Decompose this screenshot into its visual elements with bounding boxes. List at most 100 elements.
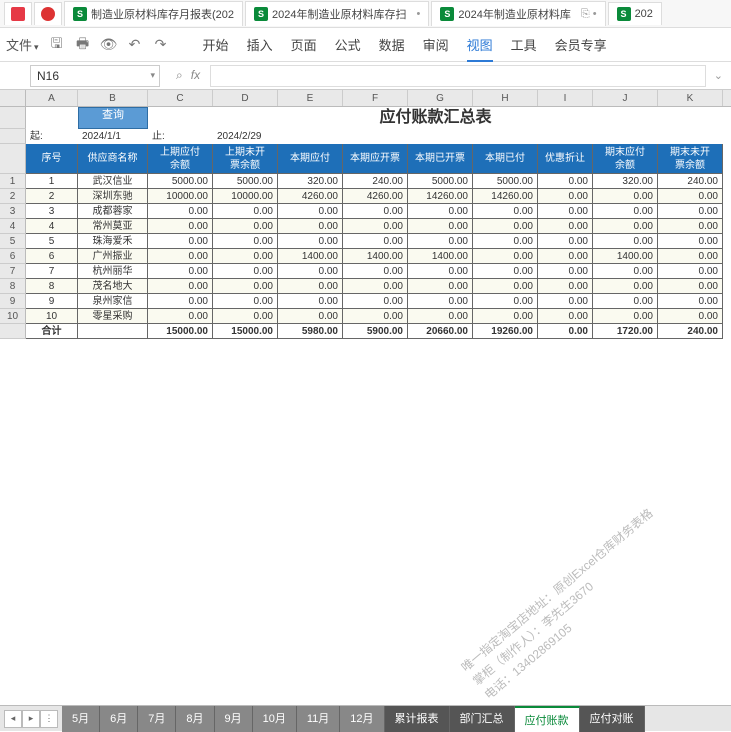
cell[interactable]: 0.00 bbox=[213, 294, 278, 309]
cell[interactable]: 1400.00 bbox=[593, 249, 658, 264]
cell[interactable]: 0.00 bbox=[538, 234, 593, 249]
cell[interactable]: 常州莫亚 bbox=[78, 219, 148, 234]
expand-icon[interactable]: ⌄ bbox=[706, 69, 731, 82]
cell[interactable]: 0.00 bbox=[538, 294, 593, 309]
cell[interactable]: 0.00 bbox=[343, 279, 408, 294]
col-header-E[interactable]: E bbox=[278, 90, 343, 106]
sheet-tab-3[interactable]: 8月 bbox=[176, 706, 214, 732]
cell[interactable]: 0.00 bbox=[658, 294, 723, 309]
cell[interactable]: 240.00 bbox=[343, 174, 408, 189]
table-header[interactable]: 序号 bbox=[26, 144, 78, 174]
table-header[interactable]: 优惠折让 bbox=[538, 144, 593, 174]
cell[interactable]: 5000.00 bbox=[148, 174, 213, 189]
cell[interactable]: 0.00 bbox=[538, 249, 593, 264]
cell[interactable]: 珠海爱禾 bbox=[78, 234, 148, 249]
cell[interactable]: 0.00 bbox=[343, 204, 408, 219]
cell[interactable]: 0.00 bbox=[593, 234, 658, 249]
cell[interactable]: 0.00 bbox=[473, 234, 538, 249]
cell[interactable]: 成都蓉家 bbox=[78, 204, 148, 219]
cell[interactable] bbox=[658, 129, 723, 144]
cell[interactable]: 2024/1/1 bbox=[78, 129, 148, 144]
sheet-nav-prev[interactable]: ▸ bbox=[22, 710, 40, 728]
col-header-G[interactable]: G bbox=[408, 90, 473, 106]
cell[interactable]: 0.00 bbox=[408, 234, 473, 249]
cell[interactable]: 10000.00 bbox=[148, 189, 213, 204]
cell[interactable]: 0.00 bbox=[148, 234, 213, 249]
sheet-tab-6[interactable]: 11月 bbox=[297, 706, 340, 732]
row-header[interactable]: 2 bbox=[0, 189, 26, 204]
ribbon-tab-4[interactable]: 数据 bbox=[379, 35, 405, 55]
cell[interactable]: 0.00 bbox=[658, 219, 723, 234]
cell[interactable]: 0.00 bbox=[658, 309, 723, 324]
redo-icon[interactable]: ↷ bbox=[153, 37, 169, 53]
cell[interactable]: 0.00 bbox=[658, 204, 723, 219]
app-tab-wps[interactable] bbox=[4, 2, 32, 25]
cell[interactable]: 1 bbox=[26, 174, 78, 189]
row-header[interactable] bbox=[0, 129, 26, 144]
ribbon-tab-8[interactable]: 会员专享 bbox=[555, 35, 607, 55]
query-button[interactable]: 查询 bbox=[78, 107, 148, 129]
cell[interactable]: 0.00 bbox=[278, 204, 343, 219]
sheet-tab-8[interactable]: 累计报表 bbox=[385, 706, 450, 732]
cell[interactable]: 深圳东驰 bbox=[78, 189, 148, 204]
cell[interactable]: 0.00 bbox=[213, 204, 278, 219]
app-tab-doc[interactable] bbox=[34, 2, 62, 25]
cell[interactable]: 杭州丽华 bbox=[78, 264, 148, 279]
col-header-J[interactable]: J bbox=[593, 90, 658, 106]
cell[interactable]: 4260.00 bbox=[343, 189, 408, 204]
cell[interactable]: 0.00 bbox=[408, 204, 473, 219]
col-header-B[interactable]: B bbox=[78, 90, 148, 106]
row-header[interactable]: 9 bbox=[0, 294, 26, 309]
cell[interactable]: 0.00 bbox=[278, 294, 343, 309]
ribbon-tab-6[interactable]: 视图 bbox=[467, 35, 493, 62]
cell[interactable]: 0.00 bbox=[538, 204, 593, 219]
select-all-corner[interactable] bbox=[0, 90, 26, 106]
document-tab-1[interactable]: S2024年制造业原材料库存扫• bbox=[245, 1, 429, 26]
cell[interactable]: 0.00 bbox=[213, 234, 278, 249]
ribbon-tab-0[interactable]: 开始 bbox=[203, 35, 229, 55]
row-header[interactable]: 1 bbox=[0, 174, 26, 189]
ribbon-tab-3[interactable]: 公式 bbox=[335, 35, 361, 55]
document-tab-3[interactable]: S202 bbox=[608, 2, 662, 25]
cell[interactable]: 0.00 bbox=[278, 309, 343, 324]
cell[interactable]: 6 bbox=[26, 249, 78, 264]
cell[interactable]: 0.00 bbox=[148, 264, 213, 279]
save-icon[interactable]: 🖫 bbox=[49, 37, 65, 53]
cell[interactable]: 0.00 bbox=[593, 264, 658, 279]
cell[interactable]: 0.00 bbox=[408, 294, 473, 309]
col-header-H[interactable]: H bbox=[473, 90, 538, 106]
formula-input[interactable] bbox=[210, 65, 706, 87]
cell[interactable]: 0.00 bbox=[343, 234, 408, 249]
cell[interactable]: 合计 bbox=[26, 324, 78, 339]
cell[interactable]: 泉州家信 bbox=[78, 294, 148, 309]
cell[interactable]: 0.00 bbox=[538, 174, 593, 189]
cell[interactable] bbox=[408, 129, 473, 144]
cell[interactable]: 5000.00 bbox=[473, 174, 538, 189]
row-header[interactable]: 4 bbox=[0, 219, 26, 234]
cell[interactable]: 0.00 bbox=[593, 204, 658, 219]
cell[interactable] bbox=[593, 129, 658, 144]
file-menu[interactable]: 文件 bbox=[6, 35, 39, 54]
cell[interactable] bbox=[538, 129, 593, 144]
cell[interactable]: 0.00 bbox=[538, 324, 593, 339]
col-header-C[interactable]: C bbox=[148, 90, 213, 106]
print-icon[interactable]: 🖶 bbox=[75, 37, 91, 53]
cell[interactable]: 5000.00 bbox=[213, 174, 278, 189]
cell[interactable]: 0.00 bbox=[593, 279, 658, 294]
cell[interactable]: 9 bbox=[26, 294, 78, 309]
document-tab-0[interactable]: S制造业原材料库存月报表(202 bbox=[64, 1, 243, 26]
cell[interactable]: 14260.00 bbox=[473, 189, 538, 204]
row-header[interactable] bbox=[0, 144, 26, 174]
cell[interactable]: 8 bbox=[26, 279, 78, 294]
cell[interactable]: 0.00 bbox=[408, 219, 473, 234]
col-header-D[interactable]: D bbox=[213, 90, 278, 106]
ribbon-tab-1[interactable]: 插入 bbox=[247, 35, 273, 55]
cell[interactable]: 1400.00 bbox=[278, 249, 343, 264]
sheet-tab-9[interactable]: 部门汇总 bbox=[450, 706, 515, 732]
ribbon-tab-2[interactable]: 页面 bbox=[291, 35, 317, 55]
cell[interactable]: 5000.00 bbox=[408, 174, 473, 189]
row-header[interactable]: 5 bbox=[0, 234, 26, 249]
cell[interactable]: 0.00 bbox=[213, 264, 278, 279]
col-header-K[interactable]: K bbox=[658, 90, 723, 106]
cell[interactable]: 5 bbox=[26, 234, 78, 249]
